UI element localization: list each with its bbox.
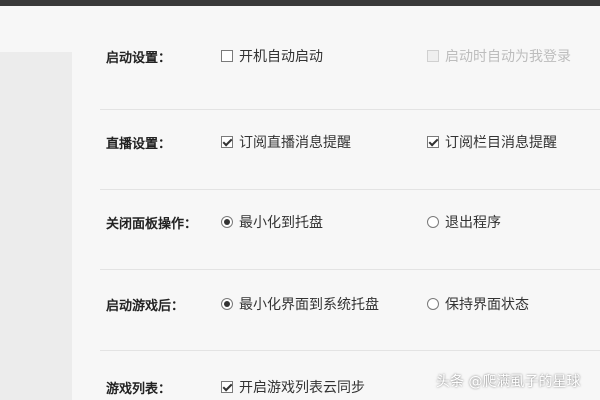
minimize-ui-to-tray-label: 最小化界面到系统托盘 [239,297,379,313]
minimize-to-tray-radio[interactable]: 最小化到托盘 [221,212,323,232]
after-game-label: 启动游戏后： [106,299,185,314]
subscribe-live-checkbox[interactable]: 订阅直播消息提醒 [221,132,351,152]
auto-start-checkbox[interactable]: 开机自动启动 [221,46,323,66]
subscribe-live-label: 订阅直播消息提醒 [239,135,351,151]
keep-ui-state-radio[interactable]: 保持界面状态 [427,294,529,314]
auto-login-checkbox-box [427,50,439,62]
cloud-sync-checkbox[interactable]: 开启游戏列表云同步 [221,377,365,397]
cloud-sync-checkbox-box[interactable] [221,381,233,393]
exit-program-radio[interactable]: 退出程序 [427,212,501,232]
subscribe-live-checkbox-box[interactable] [221,136,233,148]
startup-label: 启动设置： [106,51,172,66]
minimize-to-tray-label: 最小化到托盘 [239,215,323,231]
live-label: 直播设置： [106,137,172,152]
auto-login-label: 启动时自动为我登录 [445,49,571,65]
close-panel-label: 关闭面板操作： [106,217,198,232]
settings-row-after-game: 启动游戏后： 最小化界面到系统托盘 保持界面状态 [72,269,600,349]
auto-start-checkbox-box[interactable] [221,50,233,62]
subscribe-column-checkbox-box[interactable] [427,136,439,148]
settings-row-live: 直播设置： 订阅直播消息提醒 订阅栏目消息提醒 [72,109,600,189]
auto-login-checkbox: 启动时自动为我登录 [427,46,571,66]
game-list-label: 游戏列表： [106,382,172,397]
settings-row-startup: 启动设置： 开机自动启动 启动时自动为我登录 [72,6,600,86]
keep-ui-state-label: 保持界面状态 [445,297,529,313]
subscribe-column-label: 订阅栏目消息提醒 [445,135,557,151]
subscribe-column-checkbox[interactable]: 订阅栏目消息提醒 [427,132,557,152]
auto-start-label: 开机自动启动 [239,49,323,65]
minimize-to-tray-radio-dot[interactable] [221,216,233,228]
minimize-ui-to-tray-radio-dot[interactable] [221,298,233,310]
settings-row-close-panel: 关闭面板操作： 最小化到托盘 退出程序 [72,189,600,269]
watermark: 头条 @爬满虱子的星球 [436,374,581,390]
exit-program-radio-dot[interactable] [427,216,439,228]
keep-ui-state-radio-dot[interactable] [427,298,439,310]
side-panel [0,52,72,400]
minimize-ui-to-tray-radio[interactable]: 最小化界面到系统托盘 [221,294,379,314]
cloud-sync-label: 开启游戏列表云同步 [239,380,365,396]
exit-program-label: 退出程序 [445,215,501,231]
settings-content: 启动设置： 开机自动启动 启动时自动为我登录 直播设置： 订阅直播消息提醒 订阅… [72,6,600,400]
